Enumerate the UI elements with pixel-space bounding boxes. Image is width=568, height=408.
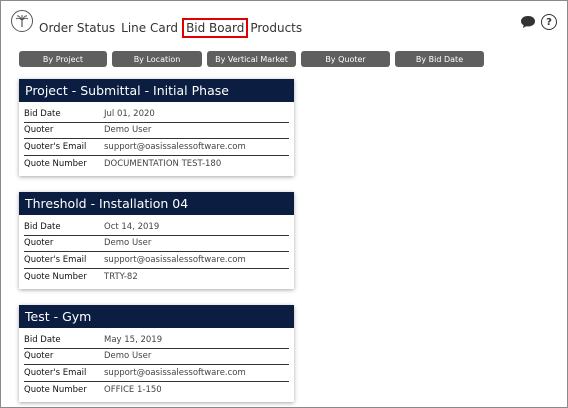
row-value: support@oasissalessoftware.com [104,254,246,265]
bid-card-details: Bid Date May 15, 2019 Quoter Demo User Q… [19,328,294,402]
row-value: support@oasissalessoftware.com [104,367,246,378]
top-navigation: Order Status Line Card Bid Board Product… [1,1,567,45]
row-label: Bid Date [24,108,61,119]
row-label: Quote Number [24,384,87,395]
quote-number-row: Quote Number DOCUMENTATION TEST-180 [24,156,289,173]
row-value: support@oasissalessoftware.com [104,141,246,152]
quoter-email-row: Quoter's Email support@oasissalessoftwar… [24,365,289,382]
row-value: Demo User [104,351,152,362]
help-icon[interactable]: ? [541,14,557,30]
bid-card[interactable]: Threshold - Installation 04 Bid Date Oct… [19,192,294,289]
filter-by-bid-date-button[interactable]: By Bid Date [395,51,484,67]
row-value: TRTY-82 [104,271,138,282]
row-label: Quoter [24,351,54,362]
nav-products[interactable]: Products [250,21,302,35]
quoter-row: Quoter Demo User [24,123,289,139]
row-label: Quoter's Email [24,141,87,152]
row-value: Demo User [104,238,152,249]
bid-date-row: Bid Date Jul 01, 2020 [24,106,289,123]
row-value: DOCUMENTATION TEST-180 [104,158,222,169]
chat-icon[interactable] [520,15,536,29]
filter-by-quoter-button[interactable]: By Quoter [301,51,390,67]
row-label: Bid Date [24,221,61,232]
quoter-row: Quoter Demo User [24,349,289,365]
top-right-icons: ? [520,14,557,30]
quoter-email-row: Quoter's Email support@oasissalessoftwar… [24,139,289,156]
quote-number-row: Quote Number TRTY-82 [24,269,289,286]
nav-order-status[interactable]: Order Status [39,21,115,35]
nav-line-card[interactable]: Line Card [121,21,178,35]
row-label: Quoter's Email [24,254,87,265]
app-frame: Order Status Line Card Bid Board Product… [0,0,568,408]
row-label: Bid Date [24,334,61,345]
bid-card-title[interactable]: Project - Submittal - Initial Phase [19,79,294,102]
row-label: Quoter's Email [24,367,87,378]
quote-number-row: Quote Number OFFICE 1-150 [24,382,289,399]
filter-by-vertical-market-button[interactable]: By Vertical Market [207,51,296,67]
nav-bid-board[interactable]: Bid Board [182,18,249,38]
row-value: Oct 14, 2019 [104,221,160,232]
filter-bar: By Project By Location By Vertical Marke… [1,51,567,67]
bid-date-row: Bid Date May 15, 2019 [24,332,289,349]
bid-card-details: Bid Date Oct 14, 2019 Quoter Demo User Q… [19,215,294,289]
filter-by-project-button[interactable]: By Project [19,51,107,67]
row-label: Quote Number [24,158,87,169]
filter-by-location-button[interactable]: By Location [112,51,202,67]
bid-card[interactable]: Test - Gym Bid Date May 15, 2019 Quoter … [19,305,294,402]
bid-date-row: Bid Date Oct 14, 2019 [24,219,289,236]
row-value: Jul 01, 2020 [104,108,155,119]
bid-card-title[interactable]: Test - Gym [19,305,294,328]
row-label: Quoter [24,238,54,249]
row-label: Quoter [24,125,54,136]
main-nav: Order Status Line Card Bid Board Product… [39,18,308,38]
quoter-row: Quoter Demo User [24,236,289,252]
quoter-email-row: Quoter's Email support@oasissalessoftwar… [24,252,289,269]
row-value: Demo User [104,125,152,136]
row-value: OFFICE 1-150 [104,384,162,395]
bid-card-title[interactable]: Threshold - Installation 04 [19,192,294,215]
row-value: May 15, 2019 [104,334,163,345]
palm-tree-icon [15,15,29,27]
bid-card[interactable]: Project - Submittal - Initial Phase Bid … [19,79,294,176]
palm-logo-icon[interactable] [11,10,33,32]
bid-card-details: Bid Date Jul 01, 2020 Quoter Demo User Q… [19,102,294,176]
row-label: Quote Number [24,271,87,282]
